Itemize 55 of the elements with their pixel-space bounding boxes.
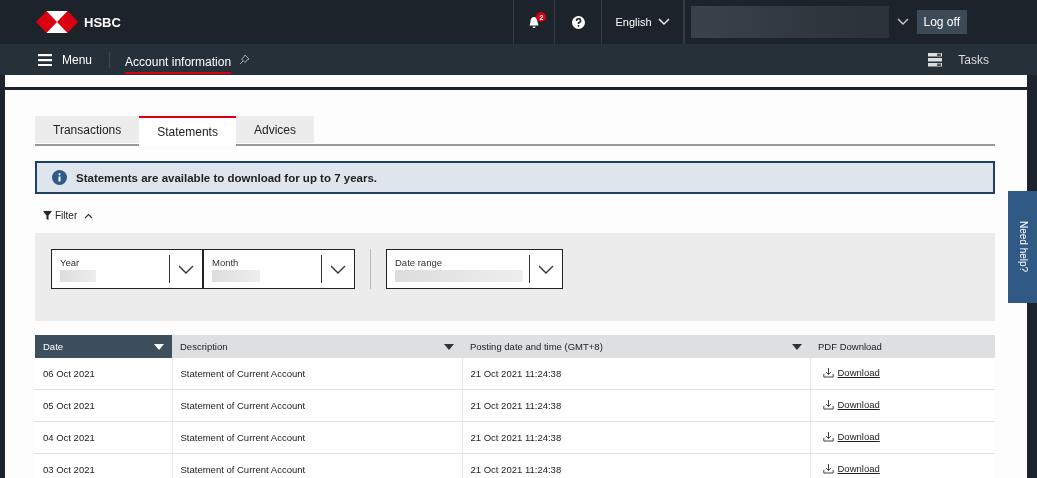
bell-icon bbox=[528, 15, 541, 29]
need-help-tab[interactable]: Need help? bbox=[1008, 191, 1037, 303]
filter-toggle[interactable]: Filter bbox=[43, 210, 94, 221]
column-header[interactable]: Posting date and time (GMT+8) bbox=[462, 335, 810, 358]
table-cell: 03 Oct 2021 bbox=[35, 453, 172, 478]
download-icon bbox=[822, 431, 834, 442]
sort-arrow-icon[interactable] bbox=[154, 343, 164, 350]
tab[interactable]: Statements bbox=[139, 116, 236, 146]
table-cell: 21 Oct 2021 11:24:38 bbox=[462, 453, 810, 478]
tasks-button[interactable]: Tasks bbox=[922, 51, 995, 68]
dropdown-field[interactable]: Date range bbox=[386, 249, 563, 289]
help-icon bbox=[571, 15, 585, 29]
table-cell: 05 Oct 2021 bbox=[35, 389, 172, 422]
download-link[interactable]: Download bbox=[822, 367, 880, 378]
chevron-down-icon bbox=[538, 264, 554, 274]
chevron-down-icon[interactable] bbox=[896, 18, 909, 26]
column-header[interactable]: Date bbox=[35, 335, 172, 358]
sort-arrow-icon[interactable] bbox=[792, 343, 802, 350]
table-cell: Statement of Current Account bbox=[172, 389, 462, 422]
table-cell: Statement of Current Account bbox=[172, 421, 462, 454]
chevron-down-icon bbox=[178, 264, 194, 274]
chevron-icon bbox=[84, 212, 94, 219]
chevron-down-icon bbox=[657, 18, 670, 26]
download-icon bbox=[822, 367, 834, 378]
brand-name: HSBC bbox=[84, 14, 121, 30]
table-cell: 21 Oct 2021 11:24:38 bbox=[462, 421, 810, 454]
column-header[interactable]: Description bbox=[172, 335, 462, 358]
column-header: PDF Download bbox=[810, 335, 995, 358]
tasks-list-icon bbox=[928, 52, 943, 67]
download-icon bbox=[822, 463, 834, 474]
redacted-account-field[interactable] bbox=[690, 6, 889, 38]
download-link[interactable]: Download bbox=[822, 463, 880, 474]
menu-button[interactable]: Menu bbox=[38, 52, 93, 67]
tab[interactable]: Advices bbox=[235, 116, 314, 143]
table-cell: 21 Oct 2021 11:24:38 bbox=[462, 389, 810, 422]
sort-arrow-icon[interactable] bbox=[444, 343, 454, 350]
filter-icon bbox=[43, 211, 52, 220]
info-message: Statements are available to download for up to 7 years. bbox=[76, 171, 377, 184]
table-cell: 21 Oct 2021 11:24:38 bbox=[462, 358, 810, 390]
hexagon-logo-icon bbox=[36, 11, 78, 33]
pin-icon[interactable] bbox=[239, 54, 251, 65]
table-cell: 06 Oct 2021 bbox=[35, 358, 172, 390]
download-icon bbox=[822, 399, 834, 410]
dropdown-field[interactable]: Year bbox=[51, 249, 203, 289]
log-off-button[interactable]: Log off bbox=[916, 10, 967, 34]
table-cell: 04 Oct 2021 bbox=[35, 421, 172, 454]
dropdown-field[interactable]: Month bbox=[203, 249, 355, 289]
chevron-down-icon bbox=[330, 264, 346, 274]
tab[interactable]: Transactions bbox=[35, 116, 140, 143]
menu-icon bbox=[38, 53, 52, 66]
download-link[interactable]: Download bbox=[822, 431, 880, 442]
table-cell: Statement of Current Account bbox=[172, 453, 462, 478]
table-cell: Statement of Current Account bbox=[172, 358, 462, 390]
info-icon bbox=[52, 170, 67, 185]
download-link[interactable]: Download bbox=[822, 399, 880, 410]
